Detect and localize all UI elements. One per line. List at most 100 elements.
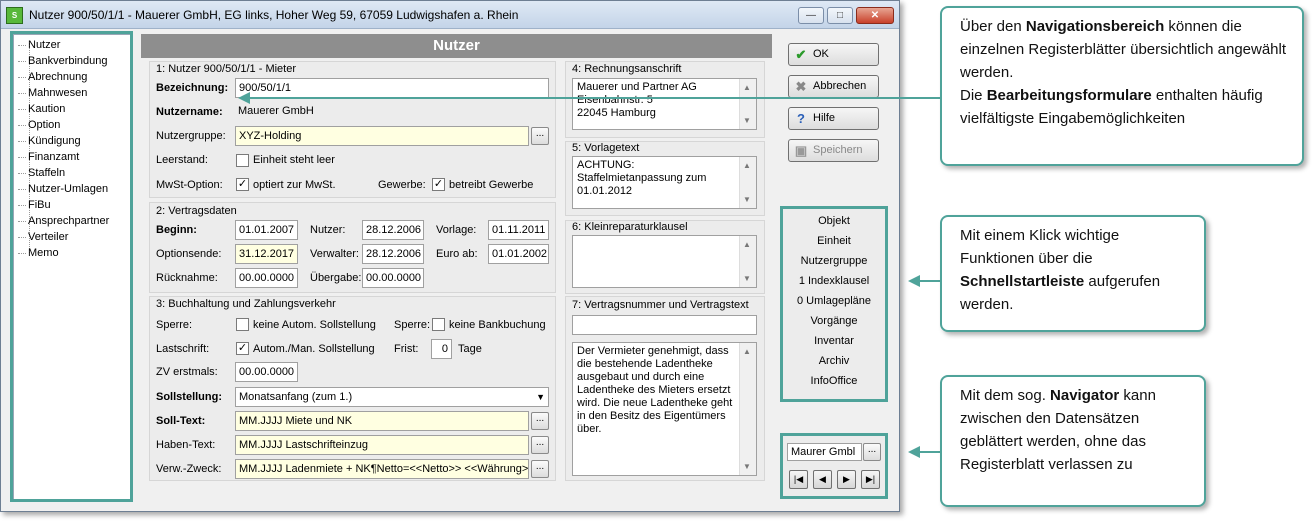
rechnungsanschrift-textarea[interactable]: Mauerer und Partner AG Eisenbahnstr. 5 2… xyxy=(572,78,757,130)
lastschrift-checkbox[interactable]: ✓ xyxy=(236,342,249,355)
help-icon: ? xyxy=(797,111,805,126)
mwst-checkbox-label: optiert zur MwSt. xyxy=(253,179,336,191)
arrow-head-left xyxy=(238,92,250,104)
nutzername-label: Nutzername: xyxy=(156,106,223,118)
vertragstext-textarea[interactable]: Der Vermieter genehmigt, dass die besteh… xyxy=(572,342,757,476)
scrollbar[interactable] xyxy=(739,157,756,208)
mwst-label: MwSt-Option: xyxy=(156,179,223,191)
scrollbar[interactable] xyxy=(739,79,756,129)
frist-input[interactable]: 0 xyxy=(431,339,452,359)
gewerbe-label: Gewerbe: xyxy=(378,179,426,191)
nutzer-date-input[interactable]: 28.12.2006 xyxy=(362,220,424,240)
application-window: S Nutzer 900/50/1/1 - Mauerer GmbH, EG l… xyxy=(0,0,900,512)
navigator-record-field[interactable]: Maurer Gmbl xyxy=(787,443,862,461)
haben-text-browse-button[interactable]: ... xyxy=(531,436,549,454)
verwalter-input[interactable]: 28.12.2006 xyxy=(362,244,424,264)
group-rechnungsanschrift-title: 4: Rechnungsanschrift xyxy=(572,63,682,75)
speichern-label: Speichern xyxy=(813,144,863,156)
previous-record-button[interactable]: ◀ xyxy=(813,470,832,489)
save-disk-icon: ▣ xyxy=(794,143,808,158)
sperre-checkbox-label: keine Autom. Sollstellung xyxy=(253,319,376,331)
ruecknahme-input[interactable]: 00.00.0000 xyxy=(235,268,298,288)
bezeichnung-input[interactable]: 900/50/1/1 xyxy=(235,78,549,98)
nutzergruppe-browse-button[interactable]: ... xyxy=(531,127,549,145)
quickstart-item[interactable]: 0 Umlagepläne xyxy=(783,295,885,307)
hilfe-button[interactable]: ? Hilfe xyxy=(788,107,879,130)
uebergabe-input[interactable]: 00.00.0000 xyxy=(362,268,424,288)
quickstart-item[interactable]: 1 Indexklausel xyxy=(783,275,885,287)
nutzer-date-label: Nutzer: xyxy=(310,224,346,236)
nutzergruppe-input[interactable]: XYZ-Holding xyxy=(235,126,529,146)
callout-text: Mit dem sog. xyxy=(960,387,1051,404)
quickstart-item[interactable]: InfoOffice xyxy=(783,375,885,387)
callout-quickstart: Mit einem Klick wichtige Funktionen über… xyxy=(940,215,1206,332)
vertragsnummer-input[interactable] xyxy=(572,315,757,335)
navigation-highlight xyxy=(10,31,133,502)
ok-label: OK xyxy=(813,48,829,60)
verwendungszweck-browse-button[interactable]: ... xyxy=(531,460,549,478)
vorlagetext-textarea[interactable]: ACHTUNG: Staffelmietanpassung zum 01.01.… xyxy=(572,156,757,209)
uebergabe-label: Übergabe: xyxy=(310,272,362,284)
zv-erstmals-input[interactable]: 00.00.0000 xyxy=(235,362,298,382)
group-vorlagetext-title: 5: Vorlagetext xyxy=(572,142,640,154)
beginn-input[interactable]: 01.01.2007 xyxy=(235,220,298,240)
verwendungszweck-input[interactable]: MM.JJJJ Ladenmiete + NK¶Netto=<<Netto>> … xyxy=(235,459,529,479)
next-record-button[interactable]: ▶ xyxy=(837,470,856,489)
navigator-browse-button[interactable]: ... xyxy=(863,443,881,461)
verwendungszweck-label: Verw.-Zweck: xyxy=(156,463,222,475)
quickstart-item[interactable]: Objekt xyxy=(783,215,885,227)
hilfe-label: Hilfe xyxy=(813,112,836,124)
gewerbe-checkbox-label: betreibt Gewerbe xyxy=(449,179,534,191)
callout-bold-text: Navigationsbereich xyxy=(1025,18,1165,35)
arrow-head-left xyxy=(908,275,920,287)
lastschrift-checkbox-label: Autom./Man. Sollstellung xyxy=(253,343,375,355)
scrollbar[interactable] xyxy=(739,236,756,287)
kleinreparatur-textarea[interactable] xyxy=(572,235,757,288)
speichern-button[interactable]: ▣ Speichern xyxy=(788,139,879,162)
scrollbar[interactable] xyxy=(739,343,756,475)
vorlage-input[interactable]: 01.11.2011 xyxy=(488,220,549,240)
soll-text-label: Soll-Text: xyxy=(156,415,206,427)
group-kleinreparatur-title: 6: Kleinreparaturklausel xyxy=(572,221,688,233)
sperre-checkbox[interactable] xyxy=(236,318,249,331)
haben-text-label: Haben-Text: xyxy=(156,439,216,451)
optionsende-input[interactable]: 31.12.2017 xyxy=(235,244,298,264)
sollstellung-value: Monatsanfang (zum 1.) xyxy=(239,391,353,403)
close-button[interactable]: ✕ xyxy=(856,7,894,24)
mwst-checkbox[interactable]: ✓ xyxy=(236,178,249,191)
quickstart-item[interactable]: Einheit xyxy=(783,235,885,247)
gewerbe-checkbox[interactable]: ✓ xyxy=(432,178,445,191)
quickstart-item[interactable]: Nutzergruppe xyxy=(783,255,885,267)
vorlagetext-text: ACHTUNG: Staffelmietanpassung zum 01.01.… xyxy=(577,159,707,197)
sperre-bank-checkbox[interactable] xyxy=(432,318,445,331)
euro-ab-label: Euro ab: xyxy=(436,248,478,260)
quickstart-item[interactable]: Archiv xyxy=(783,355,885,367)
quickstart-item[interactable]: Inventar xyxy=(783,335,885,347)
lastschrift-label: Lastschrift: xyxy=(156,343,210,355)
checkmark-icon: ✔ xyxy=(795,47,807,62)
zv-erstmals-label: ZV erstmals: xyxy=(156,366,218,378)
vertragstext-text: Der Vermieter genehmigt, dass die besteh… xyxy=(577,345,733,435)
quickstart-item[interactable]: Vorgänge xyxy=(783,315,885,327)
ok-button[interactable]: ✔ OK xyxy=(788,43,879,66)
optionsende-label: Optionsende: xyxy=(156,248,222,260)
callout-text: Über den xyxy=(960,18,1026,35)
first-record-button[interactable]: |◀ xyxy=(789,470,808,489)
euro-ab-input[interactable]: 01.01.2002 xyxy=(488,244,549,264)
abbrechen-button[interactable]: ✖ Abbrechen xyxy=(788,75,879,98)
leerstand-checkbox[interactable] xyxy=(236,154,249,167)
title-bar[interactable]: S Nutzer 900/50/1/1 - Mauerer GmbH, EG l… xyxy=(1,1,899,29)
minimize-button[interactable]: — xyxy=(798,7,824,24)
verwalter-label: Verwalter: xyxy=(310,248,359,260)
haben-text-input[interactable]: MM.JJJJ Lastschrifteinzug xyxy=(235,435,529,455)
nutzergruppe-label: Nutzergruppe: xyxy=(156,130,226,142)
sollstellung-select[interactable]: Monatsanfang (zum 1.) ▼ xyxy=(235,387,549,407)
soll-text-browse-button[interactable]: ... xyxy=(531,412,549,430)
callout-navigator: Mit dem sog. Navigator kann zwischen den… xyxy=(940,375,1206,507)
rechnungsanschrift-text: Mauerer und Partner AG Eisenbahnstr. 5 2… xyxy=(577,81,697,119)
frist-label: Frist: xyxy=(394,343,419,355)
soll-text-input[interactable]: MM.JJJJ Miete und NK xyxy=(235,411,529,431)
group-vertragstext-title: 7: Vertragsnummer und Vertragstext xyxy=(572,299,749,311)
maximize-button[interactable]: □ xyxy=(827,7,853,24)
last-record-button[interactable]: ▶| xyxy=(861,470,880,489)
